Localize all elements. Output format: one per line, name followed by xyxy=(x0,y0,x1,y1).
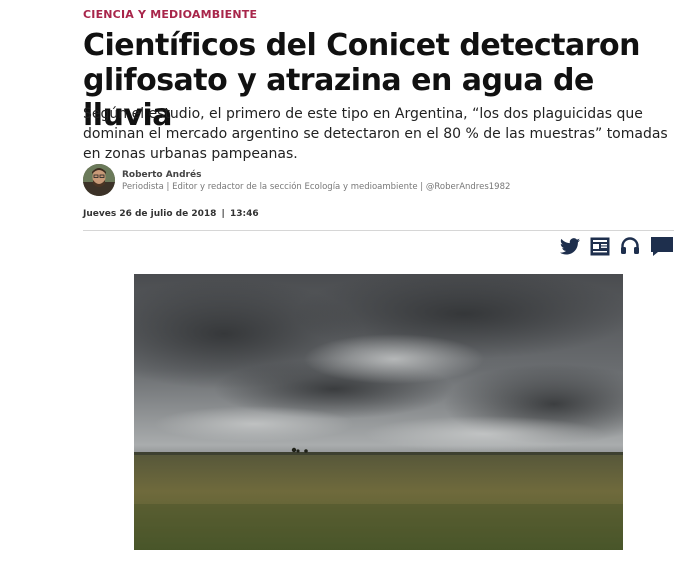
comments-button[interactable] xyxy=(650,236,674,257)
date-separator: | xyxy=(221,209,225,219)
publish-date: Jueves 26 de julio de 2018 xyxy=(83,209,217,219)
author-role: Periodista | Editor y redactor de la sec… xyxy=(122,182,511,192)
twitter-share-button[interactable] xyxy=(560,237,580,255)
publish-time: 13:46 xyxy=(229,209,259,219)
listen-button[interactable] xyxy=(620,237,640,255)
newspaper-button[interactable] xyxy=(590,237,610,256)
author-avatar[interactable] xyxy=(83,164,115,196)
section-label[interactable]: CIENCIA Y MEDIOAMBIENTE xyxy=(83,8,257,21)
share-toolbar xyxy=(548,233,674,259)
author-name[interactable]: Roberto Andrés xyxy=(122,170,201,180)
article-lede: Según el estudio, el primero de este tip… xyxy=(83,106,668,162)
comment-icon xyxy=(651,236,673,256)
headphones-icon xyxy=(621,237,639,254)
newspaper-icon xyxy=(590,237,610,255)
publish-dateline: Jueves 26 de julio de 2018 | 13:46 xyxy=(83,209,259,219)
divider xyxy=(83,230,674,231)
author-photo xyxy=(83,164,115,196)
twitter-icon xyxy=(560,237,580,254)
hero-image xyxy=(134,274,623,550)
